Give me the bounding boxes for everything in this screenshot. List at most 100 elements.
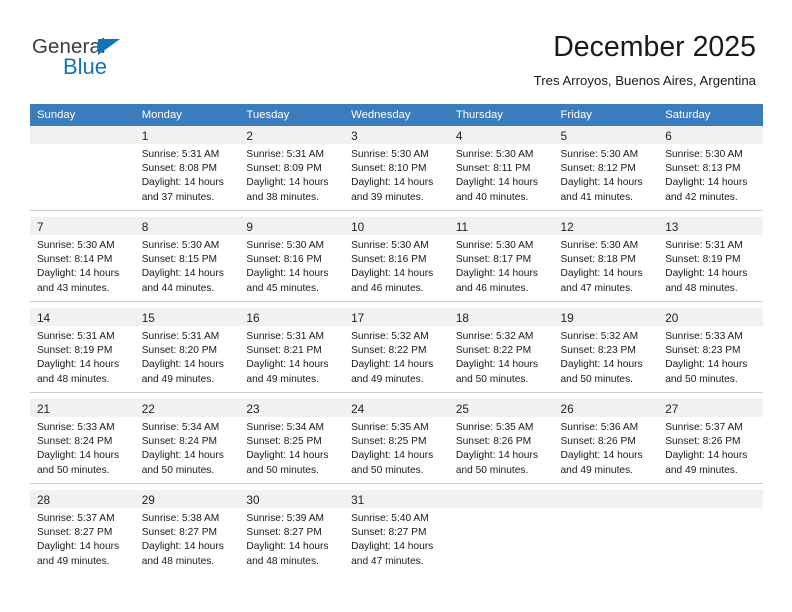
day-number: 30: [246, 493, 260, 507]
day-info: Sunrise: 5:30 AM Sunset: 8:10 PM Daylight:…: [344, 144, 449, 205]
day-cell[interactable]: 20 Sunrise: 5:33 AM Sunset: 8:23 PM Dayligh…: [658, 308, 763, 392]
daylight-line: and 43 minutes.: [37, 282, 110, 294]
sunset-line: Sunset: 8:27 PM: [37, 527, 113, 539]
calendar-grid: Sunday Monday Tuesday Wednesday Thursday Frid…: [30, 104, 763, 574]
day-cell[interactable]: 17 Sunrise: 5:32 AM Sunset: 8:22 PM Dayligh…: [344, 308, 449, 392]
sunset-line: Sunset: 8:13 PM: [665, 163, 741, 175]
day-cell[interactable]: 26 Sunrise: 5:36 AM Sunset: 8:26 PM Dayligh…: [553, 399, 659, 483]
day-cell[interactable]: 1 Sunrise: 5:31 AM Sunset: 8:08 PM Daylight…: [134, 126, 240, 210]
daylight-line: and 37 minutes.: [141, 191, 215, 203]
day-cell[interactable]: 28 Sunrise: 5:37 AM Sunset: 8:27 PM Dayligh…: [30, 490, 135, 574]
day-cell[interactable]: 12 Sunrise: 5:30 AM Sunset: 8:18 PM Dayligh…: [553, 217, 659, 301]
day-cell-empty: [30, 126, 135, 210]
day-cell[interactable]: 18 Sunrise: 5:32 AM Sunset: 8:22 PM Dayligh…: [448, 308, 554, 392]
day-info: [30, 144, 135, 148]
daylight-line: and 47 minutes.: [351, 555, 424, 567]
day-cell[interactable]: 7 Sunrise: 5:30 AM Sunset: 8:14 PM Daylight…: [30, 217, 135, 301]
day-number: 8: [141, 220, 149, 234]
sunrise-line: Sunrise: 5:31 AM: [141, 331, 220, 342]
calendar-header-row: Sunday Monday Tuesday Wednesday Thursday Frid…: [30, 104, 763, 126]
day-cell-empty: [448, 490, 554, 574]
daylight-line: and 49 minutes.: [141, 373, 215, 385]
day-number: 2: [246, 129, 253, 143]
day-info: Sunrise: 5:38 AM Sunset: 8:27 PM Daylight:…: [135, 508, 240, 569]
day-cell[interactable]: 21 Sunrise: 5:33 AM Sunset: 8:24 PM Dayligh…: [30, 399, 135, 483]
sunset-line: Sunset: 8:27 PM: [351, 527, 427, 539]
daylight-line: and 50 minutes.: [37, 464, 110, 476]
day-number-band: 28: [30, 490, 135, 508]
calendar-body: 1 Sunrise: 5:31 AM Sunset: 8:08 PM Daylight…: [30, 126, 763, 574]
day-number-band: [658, 490, 763, 508]
day-number: 7: [37, 220, 44, 234]
sunrise-line: Sunrise: 5:34 AM: [141, 422, 220, 433]
title-block: December 2025 Tres Arroyos, Buenos Aires…: [534, 30, 756, 90]
sunset-line: Sunset: 8:16 PM: [351, 254, 427, 266]
day-cell[interactable]: 22 Sunrise: 5:34 AM Sunset: 8:24 PM Dayligh…: [134, 399, 240, 483]
daylight-line: and 39 minutes.: [351, 191, 424, 203]
day-info: Sunrise: 5:30 AM Sunset: 8:13 PM Daylight:…: [658, 144, 763, 205]
day-info: Sunrise: 5:30 AM Sunset: 8:11 PM Daylight:…: [449, 144, 554, 205]
page-subtitle-location: Tres Arroyos, Buenos Aires, Argentina: [533, 73, 756, 88]
day-info: Sunrise: 5:30 AM Sunset: 8:17 PM Daylight:…: [449, 235, 554, 296]
day-cell[interactable]: 10 Sunrise: 5:30 AM Sunset: 8:16 PM Dayligh…: [344, 217, 449, 301]
daylight-line: Daylight: 14 hours: [455, 268, 538, 280]
day-cell[interactable]: 13 Sunrise: 5:31 AM Sunset: 8:19 PM Dayligh…: [658, 217, 763, 301]
day-info: Sunrise: 5:39 AM Sunset: 8:27 PM Daylight:…: [239, 508, 344, 569]
day-cell[interactable]: 5 Sunrise: 5:30 AM Sunset: 8:12 PM Daylight…: [553, 126, 659, 210]
day-cell[interactable]: 23 Sunrise: 5:34 AM Sunset: 8:25 PM Dayligh…: [239, 399, 345, 483]
day-cell[interactable]: 30 Sunrise: 5:39 AM Sunset: 8:27 PM Dayligh…: [239, 490, 345, 574]
day-cell[interactable]: 25 Sunrise: 5:35 AM Sunset: 8:26 PM Dayligh…: [448, 399, 554, 483]
day-number-band: 6: [658, 126, 763, 144]
day-cell[interactable]: 16 Sunrise: 5:31 AM Sunset: 8:21 PM Dayligh…: [239, 308, 345, 392]
day-cell[interactable]: 19 Sunrise: 5:32 AM Sunset: 8:23 PM Dayligh…: [553, 308, 659, 392]
day-number: 20: [665, 311, 679, 325]
day-number-band: 10: [344, 217, 449, 235]
day-number: 10: [351, 220, 365, 234]
daylight-line: and 49 minutes.: [37, 555, 110, 567]
daylight-line: and 48 minutes.: [37, 373, 110, 385]
day-info: Sunrise: 5:32 AM Sunset: 8:22 PM Daylight:…: [449, 326, 554, 387]
day-cell[interactable]: 24 Sunrise: 5:35 AM Sunset: 8:25 PM Dayligh…: [344, 399, 449, 483]
general-blue-logo[interactable]: General Blue: [32, 36, 152, 82]
day-cell[interactable]: 4 Sunrise: 5:30 AM Sunset: 8:11 PM Daylight…: [448, 126, 554, 210]
day-cell[interactable]: 31 Sunrise: 5:40 AM Sunset: 8:27 PM Dayligh…: [344, 490, 449, 574]
sunset-line: Sunset: 8:19 PM: [665, 254, 741, 266]
day-cell[interactable]: 14 Sunrise: 5:31 AM Sunset: 8:19 PM Dayligh…: [30, 308, 135, 392]
day-number: 13: [665, 220, 679, 234]
day-cell[interactable]: 9 Sunrise: 5:30 AM Sunset: 8:16 PM Daylight…: [239, 217, 345, 301]
weekday-header-saturday: Saturday: [658, 104, 763, 126]
day-number: 4: [455, 129, 463, 143]
daylight-line: and 45 minutes.: [246, 282, 319, 294]
day-number-band: 19: [553, 308, 659, 326]
day-cell[interactable]: 3 Sunrise: 5:30 AM Sunset: 8:10 PM Daylight…: [344, 126, 449, 210]
day-info: Sunrise: 5:37 AM Sunset: 8:27 PM Daylight:…: [30, 508, 135, 569]
day-cell[interactable]: 27 Sunrise: 5:37 AM Sunset: 8:26 PM Dayligh…: [658, 399, 763, 483]
daylight-line: Daylight: 14 hours: [351, 359, 434, 371]
day-cell[interactable]: 6 Sunrise: 5:30 AM Sunset: 8:13 PM Daylight…: [658, 126, 763, 210]
day-cell[interactable]: 11 Sunrise: 5:30 AM Sunset: 8:17 PM Dayligh…: [448, 217, 554, 301]
logo-triangle-icon: [98, 39, 120, 55]
day-number-band: 26: [553, 399, 659, 417]
sunset-line: Sunset: 8:27 PM: [141, 527, 218, 539]
day-number-band: 24: [344, 399, 449, 417]
daylight-line: Daylight: 14 hours: [455, 450, 538, 462]
sunrise-line: Sunrise: 5:31 AM: [246, 149, 324, 160]
page-header: General Blue December 2025 Tres Arroyos,…: [0, 0, 792, 104]
daylight-line: and 50 minutes.: [246, 464, 319, 476]
day-cell[interactable]: 29 Sunrise: 5:38 AM Sunset: 8:27 PM Dayligh…: [134, 490, 240, 574]
day-number: 18: [455, 311, 469, 325]
daylight-line: Daylight: 14 hours: [141, 177, 224, 189]
sunset-line: Sunset: 8:11 PM: [455, 163, 531, 175]
calendar-week-row: 28 Sunrise: 5:37 AM Sunset: 8:27 PM Dayligh…: [30, 490, 763, 574]
day-cell[interactable]: 8 Sunrise: 5:30 AM Sunset: 8:15 PM Daylight…: [134, 217, 240, 301]
day-cell[interactable]: 15 Sunrise: 5:31 AM Sunset: 8:20 PM Dayligh…: [134, 308, 240, 392]
day-number-band: 17: [344, 308, 449, 326]
sunset-line: Sunset: 8:26 PM: [455, 436, 532, 448]
sunset-line: Sunset: 8:18 PM: [560, 254, 636, 266]
day-number-band: [30, 126, 135, 144]
day-info: [554, 508, 659, 512]
day-cell[interactable]: 2 Sunrise: 5:31 AM Sunset: 8:09 PM Daylight…: [239, 126, 345, 210]
sunset-line: Sunset: 8:27 PM: [246, 527, 322, 539]
sunrise-line: Sunrise: 5:30 AM: [37, 240, 115, 251]
sunset-line: Sunset: 8:16 PM: [246, 254, 322, 266]
